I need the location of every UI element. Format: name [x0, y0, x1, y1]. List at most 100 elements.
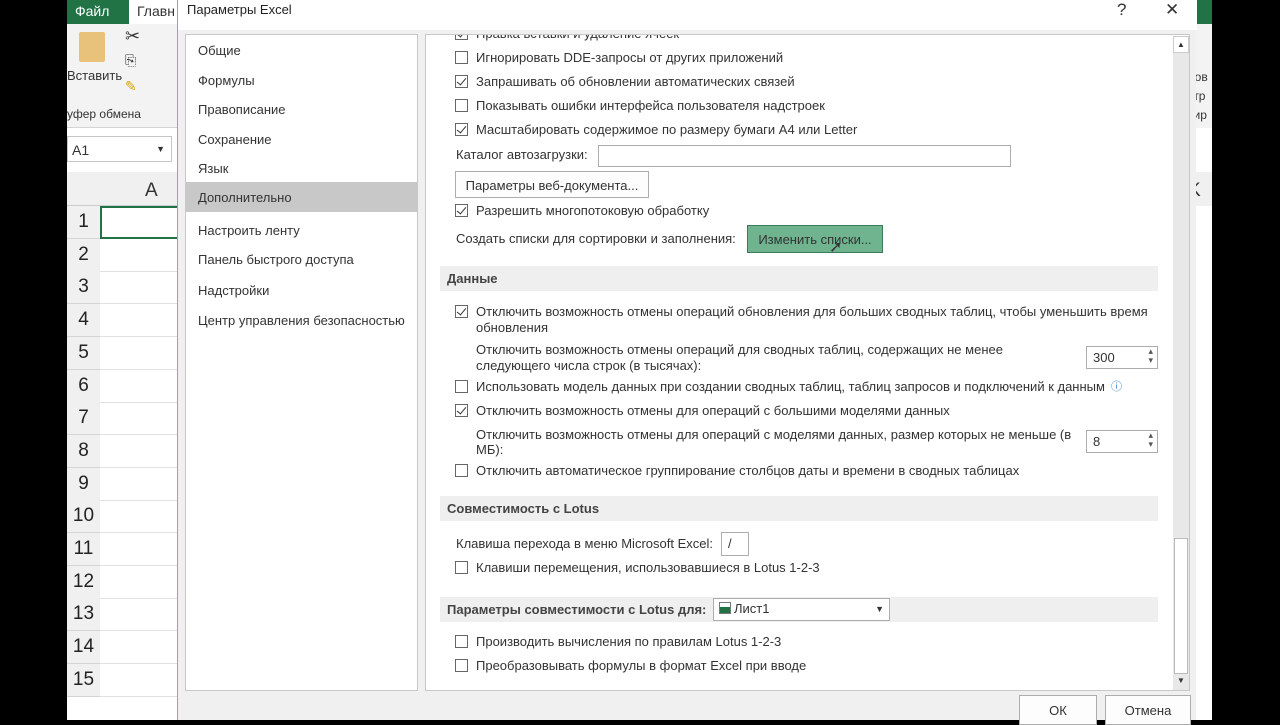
cell[interactable] — [100, 304, 179, 338]
home-tab[interactable]: Главн — [137, 3, 175, 19]
row-header[interactable]: 11 — [67, 533, 100, 566]
nav-item[interactable]: Сохранение — [186, 124, 417, 154]
row-header[interactable]: 10 — [67, 500, 100, 534]
sheet-name: Лист1 — [734, 601, 770, 616]
checkbox[interactable] — [455, 305, 468, 318]
row-header[interactable]: 2 — [67, 238, 100, 272]
sheet-select[interactable]: Лист1 ▼ — [713, 598, 890, 621]
cell[interactable] — [100, 435, 179, 468]
clipboard-group-label: уфер обмена — [67, 107, 141, 121]
cell[interactable] — [100, 566, 179, 599]
checkbox[interactable] — [455, 204, 468, 217]
option-label: Отключить автоматическое группирование с… — [476, 463, 1020, 478]
checkbox[interactable] — [455, 75, 468, 88]
option-label-continued: обновления — [476, 320, 548, 335]
menu-key-label: Клавиша перехода в меню Microsoft Excel: — [456, 536, 713, 551]
cut-icon[interactable]: ✂ — [125, 26, 140, 47]
scroll-down-arrow-icon[interactable]: ▼ — [1173, 673, 1189, 690]
rows-threshold-spinner[interactable]: 300 — [1086, 346, 1158, 369]
autoload-label: Каталог автозагрузки: — [456, 147, 588, 162]
option-label: Преобразовывать формулы в формат Excel п… — [476, 658, 807, 673]
scrollbar-thumb[interactable] — [1174, 538, 1188, 674]
name-box[interactable]: A1 ▼ — [67, 136, 172, 162]
checkbox[interactable] — [455, 404, 468, 417]
checkbox[interactable] — [455, 35, 468, 40]
row-header[interactable]: 12 — [67, 565, 100, 599]
cell[interactable] — [100, 370, 179, 403]
nav-item[interactable]: Общие — [186, 35, 417, 65]
checkbox[interactable] — [455, 123, 468, 136]
checkbox[interactable] — [455, 635, 468, 648]
row-header[interactable]: 6 — [67, 369, 100, 403]
section-title: Совместимость с Lotus — [447, 501, 600, 516]
cell[interactable] — [100, 631, 179, 665]
row-header[interactable]: 14 — [67, 631, 100, 665]
nav-item[interactable]: Настроить ленту — [186, 215, 417, 245]
sheet-icon — [719, 602, 731, 614]
row-header[interactable]: 13 — [67, 598, 100, 632]
nav-item[interactable]: Надстройки — [186, 275, 417, 305]
paste-button[interactable]: Вставить — [67, 68, 122, 83]
nav-item[interactable]: Правописание — [186, 94, 417, 124]
row-header[interactable]: 5 — [67, 336, 100, 370]
vertical-scrollbar[interactable]: ▲ ▼ — [1173, 36, 1189, 690]
nav-item[interactable]: Формулы — [186, 65, 417, 95]
chevron-down-icon[interactable]: ▼ — [156, 144, 165, 154]
cell[interactable] — [100, 468, 179, 501]
scroll-up-arrow-icon[interactable]: ▲ — [1173, 36, 1189, 53]
checkbox[interactable] — [455, 464, 468, 477]
checkbox[interactable] — [455, 659, 468, 672]
menu-key-input[interactable]: / — [721, 532, 749, 556]
nav-item[interactable]: Язык — [186, 153, 417, 183]
name-box-value: A1 — [72, 142, 90, 158]
dialog-title: Параметры Excel — [187, 2, 292, 17]
format-painter-icon[interactable]: ✎ — [125, 78, 137, 95]
nav-item[interactable]: Дополнительно — [186, 182, 417, 212]
web-options-button[interactable]: Параметры веб-документа... — [455, 171, 649, 198]
nav-item[interactable]: Центр управления безопасностью — [186, 305, 417, 335]
help-button[interactable]: ? — [1117, 0, 1126, 20]
row-header[interactable]: 1 — [67, 206, 100, 239]
checkbox[interactable] — [455, 561, 468, 574]
cell[interactable] — [100, 664, 179, 697]
option-label: Запрашивать об обновлении автоматических… — [476, 74, 795, 89]
cell[interactable] — [100, 337, 179, 370]
cell[interactable] — [100, 239, 179, 272]
cell[interactable] — [100, 598, 179, 632]
checkbox[interactable] — [455, 99, 468, 112]
cancel-button[interactable]: Отмена — [1105, 695, 1191, 725]
cell[interactable] — [100, 402, 179, 436]
rows-threshold-label: Отключить возможность отмены операций дл… — [476, 342, 1003, 357]
excel-background-left: Файл Главн ✂ ⎘ ✎ Вставить уфер обмена A1… — [67, 0, 179, 720]
data-section-header: Данные — [440, 266, 1158, 291]
nav-item[interactable]: Панель быстрого доступа — [186, 244, 417, 274]
row-header[interactable]: 9 — [67, 467, 100, 501]
file-tab[interactable]: Файл — [67, 0, 129, 24]
cell[interactable] — [100, 206, 179, 239]
row-header[interactable]: 3 — [67, 271, 100, 305]
info-icon[interactable]: ⓘ — [1111, 378, 1122, 394]
mouse-cursor-icon: ➚ — [829, 239, 843, 256]
cell[interactable] — [100, 271, 179, 305]
row-header[interactable]: 7 — [67, 402, 100, 436]
close-button[interactable]: ✕ — [1165, 0, 1179, 20]
cell[interactable] — [100, 533, 179, 566]
option-label: Показывать ошибки интерфейса пользовател… — [476, 98, 825, 113]
edit-lists-button[interactable]: Изменить списки... — [747, 225, 883, 253]
autoload-input[interactable] — [598, 145, 1011, 167]
paste-icon[interactable] — [79, 32, 105, 62]
ok-button[interactable]: ОК — [1019, 695, 1097, 725]
cell[interactable] — [100, 500, 179, 534]
copy-icon[interactable]: ⎘ — [125, 52, 136, 69]
column-a-header[interactable]: A — [145, 180, 158, 202]
options-nav: Общие Формулы Правописание Сохранение Язык До… — [185, 34, 418, 691]
checkbox[interactable] — [455, 380, 468, 393]
model-size-label: Отключить возможность отмены для операци… — [476, 427, 1072, 442]
model-size-spinner[interactable]: 8 — [1086, 430, 1158, 453]
option-label: Масштабировать содержимое по размеру бум… — [476, 122, 858, 137]
row-header[interactable]: 15 — [67, 663, 100, 697]
row-header[interactable]: 8 — [67, 434, 100, 468]
chevron-down-icon[interactable]: ▼ — [875, 604, 884, 614]
row-header[interactable]: 4 — [67, 304, 100, 338]
checkbox[interactable] — [455, 51, 468, 64]
